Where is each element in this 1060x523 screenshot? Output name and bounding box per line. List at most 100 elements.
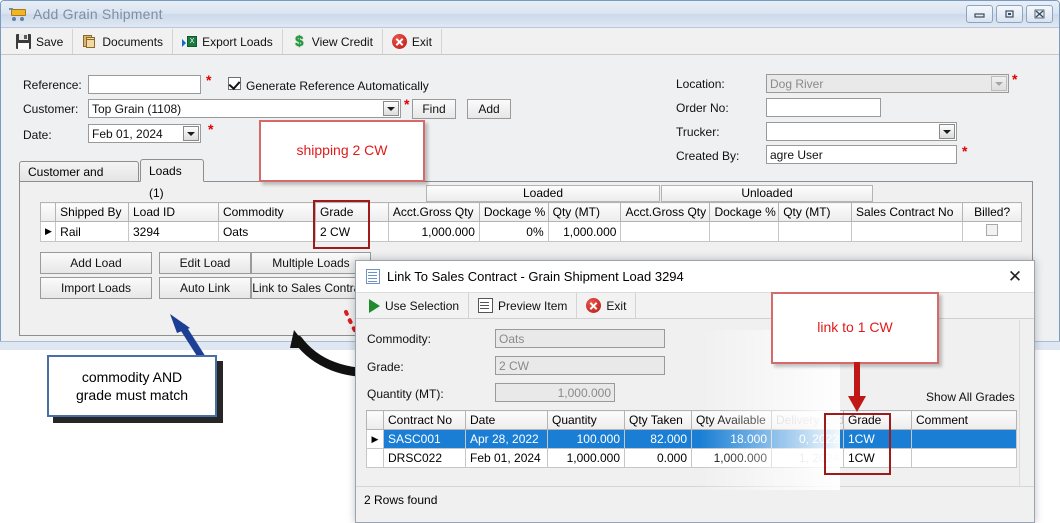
edit-load-button[interactable]: Edit Load xyxy=(159,252,251,274)
documents-button[interactable]: Documents xyxy=(73,29,174,54)
cell-sales-contract-no[interactable] xyxy=(851,221,964,242)
dialog-scrollbar[interactable] xyxy=(1019,320,1034,486)
reference-input[interactable] xyxy=(88,75,201,94)
order-no-input[interactable] xyxy=(766,98,881,117)
date-combobox[interactable]: Feb 01, 2024 xyxy=(88,124,201,143)
col-sales-contract-no[interactable]: Sales Contract No xyxy=(851,202,964,222)
col-commodity[interactable]: Commodity xyxy=(217,202,317,222)
import-loads-button[interactable]: Import Loads xyxy=(40,277,152,299)
customer-required-star: * xyxy=(404,96,410,112)
dialog-quantity-value: 1,000.000 xyxy=(495,383,615,402)
col-loaded-dockage[interactable]: Dockage % xyxy=(478,202,549,222)
chevron-down-icon[interactable] xyxy=(383,101,399,116)
table-row[interactable]: ▶ SASC001 Apr 28, 2022 100.000 82.000 18… xyxy=(366,429,1017,449)
chevron-down-icon xyxy=(991,76,1007,91)
cell-date[interactable]: Apr 28, 2022 xyxy=(465,429,548,449)
cell-contract-no[interactable]: DRSC022 xyxy=(383,448,466,468)
save-floppy-icon xyxy=(16,34,31,49)
highlight-grade-column-loads xyxy=(313,200,370,249)
cell-quantity[interactable]: 100.000 xyxy=(547,429,625,449)
location-value: Dog River xyxy=(770,77,824,91)
cell-load-id[interactable]: 3294 xyxy=(127,221,219,242)
customer-combobox[interactable]: Top Grain (1108) xyxy=(88,99,401,118)
find-button[interactable]: Find xyxy=(412,99,456,119)
dialog-commodity-label: Commodity: xyxy=(367,332,432,346)
col-load-id[interactable]: Load ID xyxy=(127,202,219,222)
cell-contract-no[interactable]: SASC001 xyxy=(383,429,466,449)
col-billed[interactable]: Billed? xyxy=(962,202,1022,222)
table-row[interactable]: DRSC022 Feb 01, 2024 1,000.000 0.000 1,0… xyxy=(366,448,1017,468)
auto-link-button[interactable]: Auto Link xyxy=(159,277,251,299)
col-unloaded-dockage[interactable]: Dockage % xyxy=(709,202,780,222)
location-required-star: * xyxy=(1012,71,1018,87)
cell-loaded-dockage[interactable]: 0% xyxy=(478,221,549,242)
close-icon[interactable] xyxy=(1026,5,1053,23)
annotation-shipping-note: shipping 2 CW xyxy=(259,120,425,182)
cell-unloaded-qty-mt[interactable] xyxy=(778,221,853,242)
col-contract-no[interactable]: Contract No xyxy=(383,410,466,430)
col-qty-taken[interactable]: Qty Taken xyxy=(624,410,692,430)
location-combobox[interactable]: Dog River xyxy=(766,74,1009,93)
created-by-label: Created By: xyxy=(676,149,740,163)
cell-comment[interactable] xyxy=(911,448,1017,468)
cell-qty-taken[interactable]: 82.000 xyxy=(624,429,692,449)
exit-button[interactable]: Exit xyxy=(383,29,442,54)
chevron-down-icon[interactable] xyxy=(939,124,955,139)
col-unloaded-acct-gross-qty[interactable]: Acct.Gross Qty xyxy=(620,202,711,222)
window-titlebar: Add Grain Shipment xyxy=(1,1,1059,28)
cell-commodity[interactable]: Oats xyxy=(217,221,317,242)
dialog-exit-label: Exit xyxy=(606,298,627,313)
generate-reference-checkbox[interactable] xyxy=(228,77,241,90)
col-loaded-acct-gross-qty[interactable]: Acct.Gross Qty xyxy=(387,202,480,222)
cell-unloaded-dockage[interactable] xyxy=(709,221,780,242)
multiple-loads-button[interactable]: Multiple Loads xyxy=(251,252,371,274)
date-value: Feb 01, 2024 xyxy=(92,127,163,141)
cell-loaded-qty-mt[interactable]: 1,000.000 xyxy=(547,221,622,242)
col-unloaded-qty-mt[interactable]: Qty (MT) xyxy=(778,202,853,222)
created-by-input[interactable]: agre User xyxy=(766,145,957,164)
rows-found-text: 2 Rows found xyxy=(364,493,438,507)
row-indicator-header xyxy=(366,410,384,430)
dialog-grade-value: 2 CW xyxy=(495,356,665,375)
show-all-grades-label[interactable]: Show All Grades xyxy=(926,390,1015,404)
view-credit-button[interactable]: $ View Credit xyxy=(283,29,383,54)
close-icon[interactable]: ✕ xyxy=(1004,266,1026,288)
cell-billed[interactable] xyxy=(962,221,1022,242)
tab-customer-and-shipping[interactable]: Customer and Shipping xyxy=(19,161,139,199)
customer-value: Top Grain (1108) xyxy=(92,102,182,116)
trucker-combobox[interactable] xyxy=(766,122,957,141)
col-quantity[interactable]: Quantity xyxy=(547,410,625,430)
cell-shipped-by[interactable]: Rail xyxy=(55,221,129,242)
cell-unloaded-acct-gross-qty[interactable] xyxy=(620,221,711,242)
cell-quantity[interactable]: 1,000.000 xyxy=(547,448,625,468)
add-button[interactable]: Add xyxy=(467,99,511,119)
use-selection-button[interactable]: Use Selection xyxy=(360,293,470,318)
col-loaded-qty-mt[interactable]: Qty (MT) xyxy=(547,202,622,222)
chevron-down-icon[interactable] xyxy=(183,126,199,141)
cell-date[interactable]: Feb 01, 2024 xyxy=(465,448,548,468)
col-shipped-by[interactable]: Shipped By xyxy=(55,202,129,222)
created-by-required-star: * xyxy=(962,143,968,159)
page-title: Add Grain Shipment xyxy=(33,6,163,22)
tab-loads[interactable]: Loads (1) xyxy=(140,159,204,200)
contracts-grid: Contract No Date Quantity Qty Taken Qty … xyxy=(366,410,1017,468)
col-date[interactable]: Date xyxy=(465,410,548,430)
highlight-grade-column-contracts xyxy=(824,413,891,475)
preview-item-button[interactable]: Preview Item xyxy=(469,293,578,318)
billed-checkbox[interactable] xyxy=(986,224,999,236)
table-row[interactable]: ▶ Rail 3294 Oats 2 CW 1,000.000 0% 1,000… xyxy=(39,221,1022,242)
dialog-titlebar: Link To Sales Contract - Grain Shipment … xyxy=(356,261,1034,293)
cell-qty-taken[interactable]: 0.000 xyxy=(624,448,692,468)
dialog-commodity-value: Oats xyxy=(495,329,665,348)
add-load-button[interactable]: Add Load xyxy=(40,252,152,274)
restore-icon[interactable] xyxy=(996,5,1023,23)
col-comment[interactable]: Comment xyxy=(911,410,1017,430)
cell-loaded-acct-gross-qty[interactable]: 1,000.000 xyxy=(387,221,480,242)
export-loads-button[interactable]: X Export Loads xyxy=(173,29,283,54)
link-to-sales-contract-button[interactable]: Link to Sales Contract xyxy=(251,277,371,299)
minimize-icon[interactable] xyxy=(966,5,993,23)
save-button[interactable]: Save xyxy=(7,29,74,54)
annotation-link-note: link to 1 CW xyxy=(771,292,939,364)
dialog-exit-button[interactable]: Exit xyxy=(577,293,637,318)
cell-comment[interactable] xyxy=(911,429,1017,449)
